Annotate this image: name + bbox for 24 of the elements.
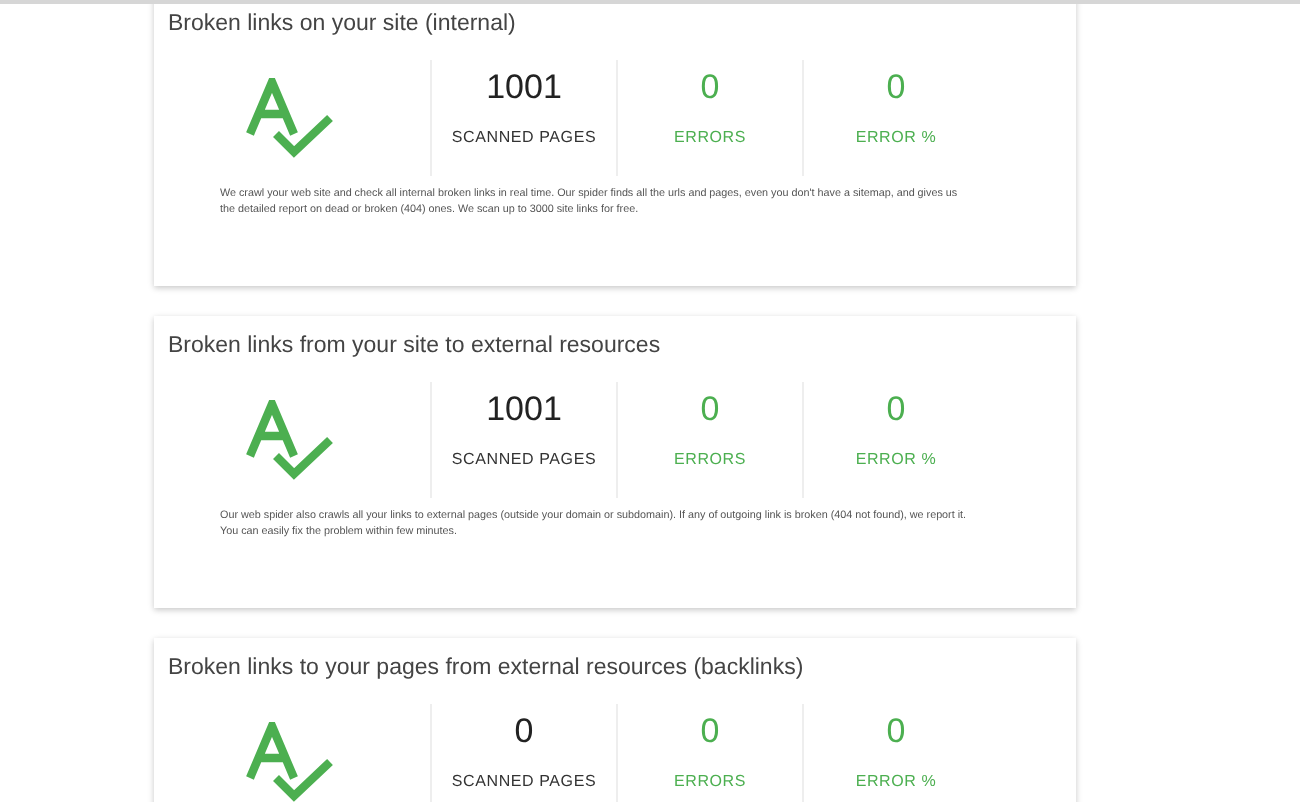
card-title: Broken links on your site (internal)	[166, 12, 518, 40]
stat-value: 0	[886, 390, 906, 430]
stat-label: SCANNED PAGES	[451, 772, 597, 790]
stat-value: 0	[514, 712, 534, 752]
stat-label: ERROR %	[855, 450, 937, 468]
stat-value: 1001	[486, 68, 562, 108]
stat-label: ERROR %	[855, 128, 937, 146]
stat-label: ERRORS	[673, 772, 747, 790]
stat-value: 0	[886, 712, 906, 752]
stat-value: 0	[700, 68, 720, 108]
card-title: Broken links to your pages from external resources (backlinks)	[166, 656, 806, 684]
stat-value: 1001	[486, 390, 562, 430]
card-title: Broken links from your site to external resources	[166, 334, 663, 362]
stat-label: SCANNED PAGES	[451, 450, 597, 468]
stat-value: 0	[700, 712, 720, 752]
spellcheck-icon	[246, 78, 338, 158]
spellcheck-icon	[246, 722, 338, 802]
stat-value: 0	[700, 390, 720, 430]
stat-label: ERRORS	[673, 128, 747, 146]
stat-label: SCANNED PAGES	[451, 128, 597, 146]
stat-value: 0	[886, 68, 906, 108]
stat-label: ERRORS	[673, 450, 747, 468]
stat-label: ERROR %	[855, 772, 937, 790]
spellcheck-icon	[246, 400, 338, 480]
